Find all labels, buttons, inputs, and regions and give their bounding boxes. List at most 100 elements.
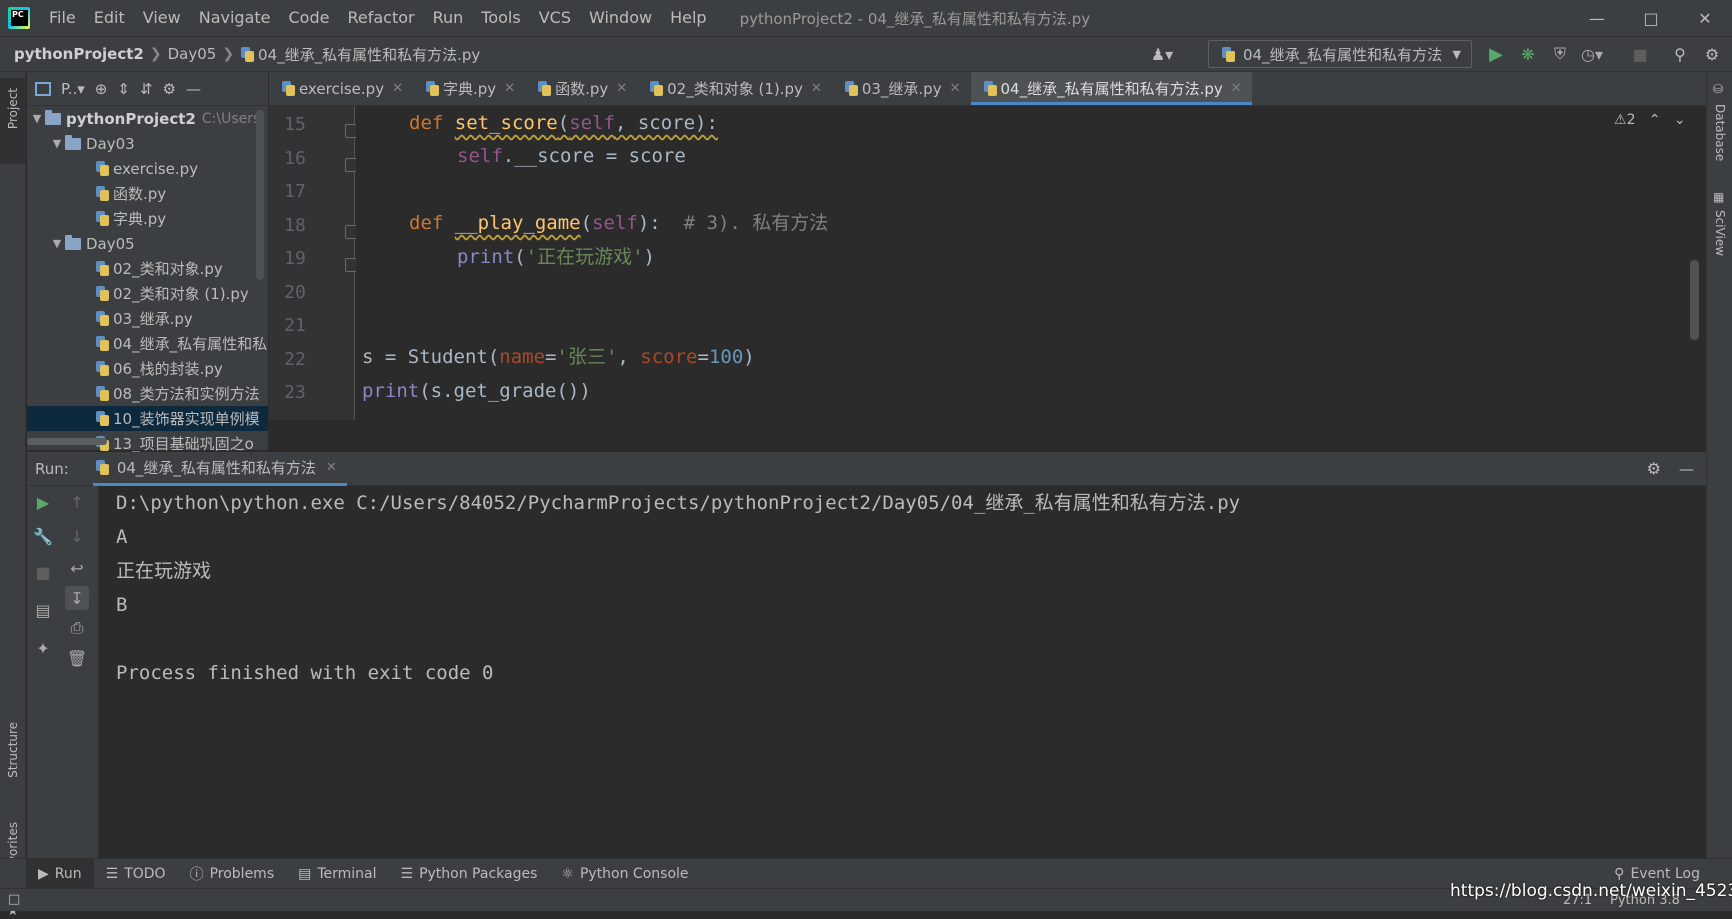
run-configuration-select[interactable]: 04_继承_私有属性和私有方法 ▼	[1208, 40, 1472, 68]
collapse-all-icon[interactable]: ⇵	[140, 80, 153, 98]
search-icon[interactable]: ⚲	[1668, 42, 1692, 66]
close-icon[interactable]: ✕	[811, 81, 822, 96]
tree-file[interactable]: 函数.py	[27, 181, 268, 206]
run-icon[interactable]: ▶	[1484, 42, 1508, 66]
expand-all-icon[interactable]: ⇕	[117, 80, 130, 98]
run-tab[interactable]: 04_继承_私有属性和私有方法 ✕	[92, 452, 347, 486]
editor-scrollbar[interactable]	[1690, 260, 1699, 340]
close-window-button[interactable]: ✕	[1678, 0, 1732, 36]
print-icon[interactable]: ⎙	[65, 616, 89, 640]
arrow-up-icon[interactable]: ↑	[65, 490, 89, 514]
python-file-icon	[537, 81, 552, 96]
navigation-bar: pythonProject2 ❯ Day05 ❯ 04_继承_私有属性和私有方法…	[0, 36, 1732, 72]
tree-file[interactable]: 04_继承_私有属性和私	[27, 331, 268, 356]
tab-class-object[interactable]: 02_类和对象 (1).py ✕	[637, 72, 832, 105]
line-number: 17	[284, 181, 306, 202]
tree-file[interactable]: exercise.py	[27, 156, 268, 181]
breadcrumb-file[interactable]: 04_继承_私有属性和私有方法.py	[234, 44, 486, 65]
maximize-button[interactable]: □	[1624, 0, 1678, 36]
menu-file[interactable]: File	[40, 0, 85, 36]
menu-vcs[interactable]: VCS	[530, 0, 580, 36]
code-line: def __play_game(self): # 3). 私有方法	[409, 212, 829, 234]
menu-run[interactable]: Run	[424, 0, 473, 36]
terminal-tool-button[interactable]: ▤ Terminal	[286, 859, 388, 889]
settings-gear-icon[interactable]: ⚙	[1700, 42, 1724, 66]
stop-icon[interactable]: ■	[31, 560, 55, 584]
tree-file[interactable]: 03_继承.py	[27, 306, 268, 331]
run-tool-button[interactable]: ▶ Run	[26, 858, 94, 889]
user-icon[interactable]: ♟▾	[1150, 42, 1174, 66]
profile-icon[interactable]: ◷▾	[1580, 42, 1604, 66]
breadcrumb-project[interactable]: pythonProject2	[0, 45, 150, 63]
tree-file[interactable]: 06_栈的封装.py	[27, 356, 268, 381]
breadcrumb-folder[interactable]: Day05	[162, 45, 223, 63]
python-file-icon	[844, 81, 859, 96]
terminal-icon: ▤	[298, 865, 312, 882]
wrench-icon[interactable]: 🔧	[31, 524, 55, 548]
locate-target-icon[interactable]: ⊕	[95, 80, 108, 98]
menu-code[interactable]: Code	[280, 0, 339, 36]
menu-help[interactable]: Help	[661, 0, 715, 36]
tree-file-selected[interactable]: 10_装饰器实现单例模	[27, 406, 268, 431]
todo-tool-button[interactable]: ☰ TODO	[94, 859, 178, 889]
line-number: 20	[284, 282, 306, 303]
project-view-select[interactable]: P..▾	[61, 80, 85, 98]
hide-panel-icon[interactable]: —	[186, 80, 201, 98]
python-file-icon	[95, 311, 110, 326]
tab-dict[interactable]: 字典.py ✕	[413, 72, 525, 105]
hide-panel-icon[interactable]: —	[1679, 460, 1694, 478]
minimize-button[interactable]: —	[1570, 0, 1624, 36]
tree-folder-day03[interactable]: ▼ Day03	[27, 131, 268, 156]
soft-wrap-icon[interactable]: ↩	[65, 556, 89, 580]
toggle-tool-windows-icon[interactable]: □	[8, 892, 20, 907]
tab-exercise[interactable]: exercise.py ✕	[269, 72, 413, 105]
structure-tool-tab[interactable]: Structure	[6, 722, 20, 778]
tree-file[interactable]: 02_类和对象.py	[27, 256, 268, 281]
project-tool-tab[interactable]: Project	[0, 78, 26, 164]
database-tool-tab[interactable]: Database	[1713, 104, 1727, 161]
inspection-widget[interactable]: ⚠2 ⌃ ⌄	[1614, 112, 1686, 128]
tree-file[interactable]: 02_类和对象 (1).py	[27, 281, 268, 306]
gear-icon[interactable]: ⚙	[1647, 459, 1661, 478]
close-icon[interactable]: ✕	[392, 81, 403, 96]
console-output[interactable]: D:\python\python.exe C:/Users/84052/Pych…	[100, 486, 1706, 858]
gear-icon[interactable]: ⚙	[163, 80, 176, 98]
trash-icon[interactable]: 🗑	[65, 646, 89, 670]
close-icon[interactable]: ✕	[616, 81, 627, 96]
layout-icon[interactable]: ▤	[31, 598, 55, 622]
sciview-tool-tab[interactable]: SciView	[1713, 210, 1727, 256]
python-packages-tool-button[interactable]: ☰ Python Packages	[389, 859, 550, 889]
code-editor[interactable]: def set_score(self, score): self.__score…	[356, 106, 1686, 420]
tab-inherit-private-active[interactable]: 04_继承_私有属性和私有方法.py ✕	[970, 72, 1252, 105]
project-horizontal-scrollbar[interactable]	[27, 438, 107, 445]
stop-icon[interactable]: ■	[1628, 42, 1652, 66]
tab-function[interactable]: 函数.py ✕	[525, 72, 637, 105]
scroll-to-end-icon[interactable]: ↧	[65, 586, 89, 610]
problems-tool-button[interactable]: ⓘ Problems	[178, 859, 287, 889]
code-line: self.__score = score	[457, 145, 686, 167]
close-icon[interactable]: ✕	[1231, 81, 1242, 96]
menu-view[interactable]: View	[134, 0, 190, 36]
pin-icon[interactable]: ✦	[31, 636, 55, 660]
tree-folder-day05[interactable]: ▼ Day05	[27, 231, 268, 256]
python-file-icon	[240, 46, 255, 62]
close-icon[interactable]: ✕	[326, 460, 337, 475]
rerun-icon[interactable]: ▶	[31, 490, 55, 514]
tree-file[interactable]: 08_类方法和实例方法	[27, 381, 268, 406]
close-icon[interactable]: ✕	[504, 81, 515, 96]
menu-window[interactable]: Window	[580, 0, 661, 36]
menu-tools[interactable]: Tools	[472, 0, 529, 36]
menu-edit[interactable]: Edit	[85, 0, 134, 36]
menu-navigate[interactable]: Navigate	[190, 0, 280, 36]
menu-refactor[interactable]: Refactor	[338, 0, 423, 36]
python-console-tool-button[interactable]: ⚛ Python Console	[549, 859, 700, 889]
tree-root[interactable]: ▼ pythonProject2 C:\Users	[27, 106, 268, 131]
left-tool-strip: Project Structure Favorites ★	[0, 72, 26, 919]
debug-icon[interactable]: ❋	[1516, 42, 1540, 66]
tree-file[interactable]: 字典.py	[27, 206, 268, 231]
coverage-icon[interactable]: ⛨	[1548, 42, 1572, 66]
tab-inherit[interactable]: 03_继承.py ✕	[832, 72, 971, 105]
arrow-down-icon[interactable]: ↓	[65, 524, 89, 548]
close-icon[interactable]: ✕	[950, 81, 961, 96]
project-vertical-scrollbar[interactable]	[256, 110, 264, 280]
